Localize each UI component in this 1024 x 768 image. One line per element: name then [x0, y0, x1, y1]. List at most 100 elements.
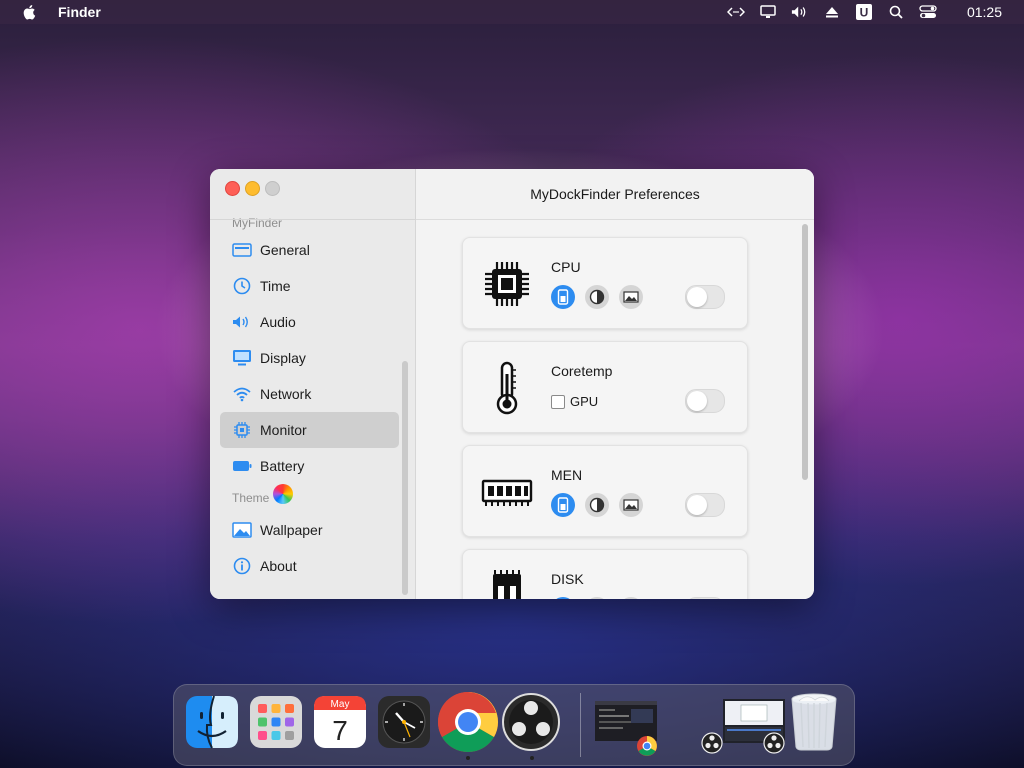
eject-icon[interactable] — [823, 4, 841, 20]
dock: May 7 — [173, 684, 855, 766]
menu-bar: Finder U 01:25 — [0, 0, 1024, 24]
gpu-checkbox-label: GPU — [570, 394, 599, 409]
u-icon[interactable]: U — [855, 4, 873, 20]
sidebar-item-label: Time — [260, 278, 291, 294]
battery-icon — [232, 457, 252, 475]
sidebar-item-monitor[interactable]: Monitor — [220, 412, 399, 448]
sidebar-item-display[interactable]: Display — [220, 340, 399, 376]
volume-icon[interactable] — [791, 4, 809, 20]
wifi-icon — [232, 385, 252, 403]
color-wheel-icon — [273, 484, 294, 504]
sidebar-item-label: General — [260, 242, 310, 258]
toggle-knob — [687, 391, 707, 411]
sidebar-item-label: Network — [260, 386, 312, 402]
mode-pie-button[interactable] — [585, 285, 609, 309]
monitor-card-coretemp: Coretemp GPU — [462, 341, 748, 433]
theme-section-label: Theme — [232, 491, 270, 505]
monitor-card-cpu: CPU — [462, 237, 748, 329]
running-indicator — [466, 756, 470, 760]
sidebar-item-audio[interactable]: Audio — [220, 304, 399, 340]
cpu-icon — [479, 256, 535, 312]
minimize-button[interactable] — [245, 181, 260, 196]
checkbox-box[interactable] — [551, 394, 565, 409]
mode-pie-button[interactable] — [585, 597, 609, 599]
mode-pie-button[interactable] — [585, 493, 609, 517]
disk-icon — [479, 568, 535, 599]
display-mode-group — [551, 285, 653, 309]
trash-icon[interactable] — [789, 691, 839, 751]
calendar-day: 7 — [332, 715, 348, 746]
main-panel: MyDockFinder Preferences CPU Coretemp GP… — [416, 169, 814, 599]
mode-graph-button[interactable] — [619, 493, 643, 517]
sidebar-item-battery[interactable]: Battery — [220, 448, 399, 484]
sidebar-item-label: About — [260, 558, 297, 574]
sidebar-item-label: Audio — [260, 314, 296, 330]
control-center-icon[interactable] — [919, 4, 937, 20]
wallpaper-icon — [232, 521, 252, 539]
mode-graph-button[interactable] — [619, 597, 643, 599]
monitor-card-memory: MEN — [462, 445, 748, 537]
card-title: CPU — [551, 259, 581, 275]
sidebar-item-label: Display — [260, 350, 306, 366]
card-title: DISK — [551, 571, 584, 587]
mode-bar-button[interactable] — [551, 285, 575, 309]
clock-app-icon[interactable] — [377, 695, 431, 749]
general-icon — [232, 241, 252, 259]
pie-mode-icon — [589, 289, 605, 305]
disk-toggle[interactable] — [685, 597, 725, 599]
sidebar-titlebar — [210, 169, 415, 220]
sidebar-item-general[interactable]: General — [220, 232, 399, 268]
chrome-icon[interactable] — [437, 691, 499, 753]
cpu-toggle[interactable] — [685, 285, 725, 309]
sidebar-item-time[interactable]: Time — [220, 268, 399, 304]
thermometer-icon — [479, 360, 535, 416]
memory-icon — [479, 464, 535, 520]
launchpad-icon[interactable] — [249, 695, 303, 749]
svg-text:U: U — [860, 6, 869, 20]
bar-mode-icon — [557, 289, 569, 305]
mode-graph-button[interactable] — [619, 285, 643, 309]
obs-window-thumbnail[interactable] — [701, 697, 789, 755]
display-mode-group — [551, 493, 653, 517]
sidebar: MyFinder General Time Audio Display Netw… — [210, 169, 416, 599]
calendar-icon[interactable]: May 7 — [313, 695, 367, 749]
code-icon[interactable] — [726, 4, 745, 20]
display-mode-group — [551, 597, 653, 599]
display-icon[interactable] — [759, 4, 777, 20]
sidebar-item-label: Battery — [260, 458, 305, 474]
theme-section: Theme — [210, 484, 415, 512]
main-scrollbar[interactable] — [802, 224, 808, 480]
gpu-checkbox[interactable]: GPU — [551, 394, 598, 409]
sidebar-scrollbar[interactable] — [402, 361, 408, 595]
close-button[interactable] — [225, 181, 240, 196]
menubar-clock[interactable]: 01:25 — [967, 4, 1002, 20]
info-icon — [232, 557, 252, 575]
running-indicator — [530, 756, 534, 760]
dock-separator — [580, 693, 581, 757]
mode-bar-button[interactable] — [551, 493, 575, 517]
sidebar-item-label: Wallpaper — [260, 522, 323, 538]
card-title: MEN — [551, 467, 583, 483]
apple-icon[interactable] — [22, 4, 38, 20]
maximize-button[interactable] — [265, 181, 280, 196]
sidebar-item-wallpaper[interactable]: Wallpaper — [220, 512, 399, 548]
toggle-knob — [687, 495, 707, 515]
card-title: Coretemp — [551, 363, 613, 379]
mode-bar-button[interactable] — [551, 597, 575, 599]
obs-icon[interactable] — [502, 693, 560, 751]
active-app-name[interactable]: Finder — [58, 4, 101, 20]
chip-icon — [232, 421, 252, 439]
preferences-window: MyFinder General Time Audio Display Netw… — [210, 169, 814, 599]
audio-icon — [232, 313, 252, 331]
monitor-card-disk: DISK — [462, 549, 748, 599]
calendar-month: May — [331, 699, 350, 710]
finder-icon[interactable] — [185, 695, 239, 749]
graph-mode-icon — [623, 499, 639, 511]
sidebar-item-network[interactable]: Network — [220, 376, 399, 412]
search-icon[interactable] — [887, 4, 905, 20]
coretemp-toggle[interactable] — [685, 389, 725, 413]
memory-toggle[interactable] — [685, 493, 725, 517]
chrome-window-thumbnail[interactable] — [595, 701, 657, 756]
sidebar-item-about[interactable]: About — [220, 548, 399, 584]
toggle-knob — [687, 287, 707, 307]
